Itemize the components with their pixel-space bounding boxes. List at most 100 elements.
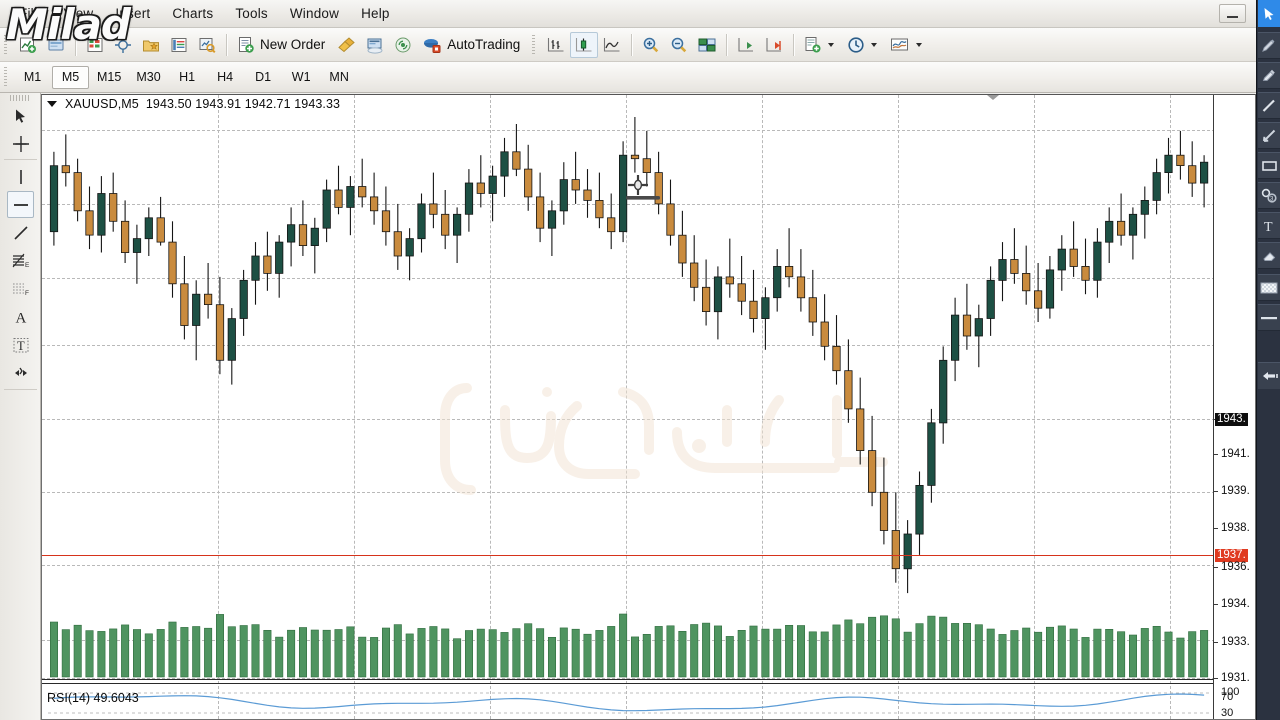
rectangle-icon[interactable] xyxy=(1258,152,1280,179)
profiles-icon[interactable] xyxy=(42,32,70,58)
zoom-out-icon[interactable] xyxy=(665,32,693,58)
templates-icon xyxy=(891,38,909,50)
periods-dropdown-caret[interactable] xyxy=(871,42,878,47)
annotation-toolbar: 3 T xyxy=(1256,0,1280,720)
toolbox-grip[interactable] xyxy=(10,95,30,101)
signals-icon[interactable] xyxy=(389,32,417,58)
menu-bar: File View Insert Charts Tools Window Hel… xyxy=(0,0,1280,28)
timeframe-bar: M1 M5 M15 M30 H1 H4 D1 W1 MN xyxy=(0,62,1280,93)
price-axis[interactable]: 1943. 1941. 1939. 1938. 1937. 1936. 1934… xyxy=(1213,95,1255,719)
timeframe-w1[interactable]: W1 xyxy=(283,66,320,89)
periods-clock-icon xyxy=(848,36,864,53)
pointer-tool[interactable] xyxy=(1258,0,1280,27)
fibonacci-expansion-tool[interactable]: E xyxy=(7,247,34,274)
indicators-dropdown-caret[interactable] xyxy=(828,42,835,47)
new-order-icon xyxy=(239,36,254,53)
text-tool[interactable]: A xyxy=(7,303,34,330)
eraser-icon[interactable] xyxy=(1258,242,1280,269)
svg-text:E: E xyxy=(25,262,30,269)
toolbar-separator-4 xyxy=(726,33,728,56)
text-icon[interactable]: T xyxy=(1258,212,1280,239)
undo-icon[interactable] xyxy=(1258,362,1280,389)
drawing-toolbox: E F A T xyxy=(0,93,41,720)
chart-collapse-handle[interactable] xyxy=(987,95,1005,105)
new-chart-icon[interactable] xyxy=(14,32,42,58)
alert-price-line[interactable] xyxy=(42,555,1213,556)
toolbar-separator-2 xyxy=(226,33,227,56)
favorites-folder-icon[interactable] xyxy=(137,32,165,58)
navigator-list-icon[interactable] xyxy=(165,32,193,58)
timeframe-h4[interactable]: H4 xyxy=(207,66,244,89)
price-tick-label: 1934. xyxy=(1221,598,1250,610)
strategy-tester-icon[interactable] xyxy=(193,32,221,58)
autotrading-icon xyxy=(424,38,441,53)
templates-button[interactable] xyxy=(885,32,930,58)
chart-ohlc-values: 1943.50 1943.91 1942.71 1943.33 xyxy=(145,97,341,111)
menu-item-charts[interactable]: Charts xyxy=(161,3,224,25)
timeframe-m5[interactable]: M5 xyxy=(52,65,89,89)
templates-dropdown-caret[interactable] xyxy=(916,42,923,47)
volume-panel-separator xyxy=(42,679,1255,680)
svg-text:T: T xyxy=(1264,220,1273,234)
line-chart-icon[interactable] xyxy=(598,32,626,58)
menu-item-insert[interactable]: Insert xyxy=(104,3,161,25)
svg-text:T: T xyxy=(17,339,25,353)
minimize-button[interactable] xyxy=(1219,4,1246,23)
timeframe-d1[interactable]: D1 xyxy=(245,66,282,89)
thickness-icon[interactable] xyxy=(1258,304,1280,331)
menu-item-help[interactable]: Help xyxy=(350,3,401,25)
timeframe-h1[interactable]: H1 xyxy=(169,66,206,89)
trendline-tool[interactable] xyxy=(7,219,34,246)
menu-item-tools[interactable]: Tools xyxy=(224,3,279,25)
main-toolbar: New Order AutoTrading xyxy=(0,28,1280,81)
new-order-label: New Order xyxy=(260,37,326,52)
menu-item-file[interactable]: File xyxy=(8,3,53,25)
arrow-icon[interactable] xyxy=(1258,122,1280,149)
chart-window[interactable]: forex · training RSI(14) 49.6043 XAUUSD,… xyxy=(41,94,1256,720)
chart-symbol: XAUUSD,M5 xyxy=(65,97,139,111)
transparency-icon[interactable] xyxy=(1258,274,1280,301)
price-tick-label: 1939. xyxy=(1221,485,1250,497)
menu-item-view[interactable]: View xyxy=(53,3,105,25)
vertical-line-tool[interactable] xyxy=(7,163,34,190)
timeframe-mn[interactable]: MN xyxy=(321,66,358,89)
timeframe-m15[interactable]: M15 xyxy=(90,66,128,89)
terminal-icon[interactable] xyxy=(361,32,389,58)
toolbar-grip[interactable] xyxy=(2,33,11,56)
bar-chart-icon[interactable] xyxy=(542,32,570,58)
zoom-in-icon[interactable] xyxy=(637,32,665,58)
menu-item-window[interactable]: Window xyxy=(279,3,350,25)
new-order-button[interactable]: New Order xyxy=(232,32,333,58)
marker-icon[interactable] xyxy=(1258,62,1280,89)
timeframe-grip[interactable] xyxy=(2,66,11,88)
crosshair-target-icon[interactable] xyxy=(109,32,137,58)
toolbar-grip-2[interactable] xyxy=(530,33,540,56)
indicators-icon xyxy=(805,36,821,52)
line-icon[interactable] xyxy=(1258,92,1280,119)
text-label-tool[interactable]: T xyxy=(7,331,34,358)
pencil-icon[interactable] xyxy=(1258,32,1280,59)
horizontal-line-tool[interactable] xyxy=(7,191,34,218)
indicators-button[interactable] xyxy=(799,32,842,58)
periods-button[interactable] xyxy=(842,32,885,58)
price-tick-label: 1941. xyxy=(1221,448,1250,460)
timeframe-m30[interactable]: M30 xyxy=(129,66,167,89)
crosshair-tool[interactable] xyxy=(7,130,34,157)
candlestick-chart-icon[interactable] xyxy=(570,31,599,58)
autotrading-button[interactable]: AutoTrading xyxy=(417,32,528,58)
cursor-tool[interactable] xyxy=(7,102,34,129)
metaeditor-icon[interactable] xyxy=(333,32,361,58)
timeframe-m1[interactable]: M1 xyxy=(14,66,51,89)
stamp-icon[interactable]: 3 xyxy=(1258,182,1280,209)
rsi-indicator-label: RSI(14) 49.6043 xyxy=(47,691,139,705)
auto-scroll-icon[interactable] xyxy=(760,32,788,58)
arrows-tool[interactable] xyxy=(7,359,34,386)
fibonacci-retracement-tool[interactable]: F xyxy=(7,275,34,302)
market-watch-icon[interactable] xyxy=(81,32,109,58)
svg-text:A: A xyxy=(15,310,26,326)
tile-windows-icon[interactable] xyxy=(693,32,721,58)
chart-menu-caret-icon[interactable] xyxy=(47,101,57,107)
toolbar-separator-5 xyxy=(793,33,795,56)
chart-shift-icon[interactable] xyxy=(732,32,760,58)
toolbox-separator-2 xyxy=(4,389,37,390)
